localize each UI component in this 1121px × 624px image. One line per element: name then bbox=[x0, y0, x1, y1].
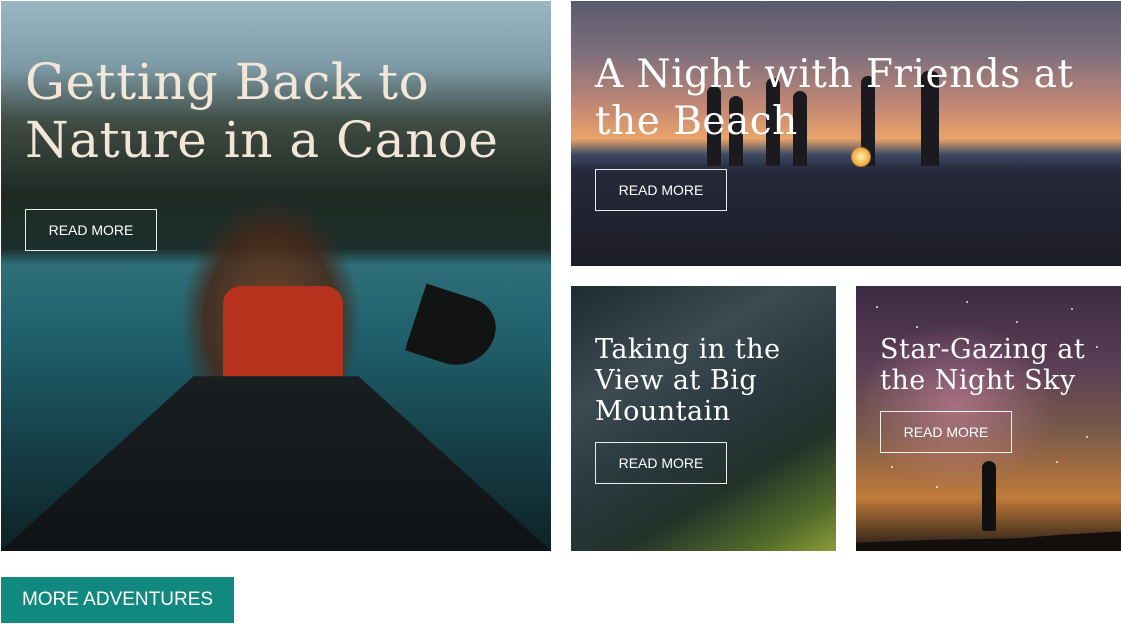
read-more-button[interactable]: READ MORE bbox=[595, 169, 727, 211]
story-card-beach: A Night with Friends at the Beach READ M… bbox=[571, 1, 1121, 266]
star-dot bbox=[936, 486, 938, 488]
stargazer-silhouette bbox=[982, 461, 996, 531]
star-dot bbox=[966, 301, 968, 303]
card-content: A Night with Friends at the Beach READ M… bbox=[595, 51, 1105, 211]
card-content: Taking in the View at Big Mountain READ … bbox=[595, 334, 820, 484]
card-title: A Night with Friends at the Beach bbox=[595, 52, 1074, 144]
card-content: Star-Gazing at the Night Sky READ MORE bbox=[880, 334, 1105, 453]
story-card-mountain: Taking in the View at Big Mountain READ … bbox=[571, 286, 836, 551]
read-more-button[interactable]: READ MORE bbox=[880, 411, 1012, 453]
star-dot bbox=[1071, 308, 1073, 310]
card-title: Getting Back to Nature in a Canoe bbox=[25, 53, 499, 169]
star-dot bbox=[876, 306, 878, 308]
star-dot bbox=[1056, 461, 1058, 463]
read-more-button[interactable]: READ MORE bbox=[595, 442, 727, 484]
card-content: Getting Back to Nature in a Canoe READ M… bbox=[25, 53, 535, 251]
card-title: Taking in the View at Big Mountain bbox=[595, 334, 781, 427]
star-dot bbox=[891, 466, 893, 468]
read-more-button[interactable]: READ MORE bbox=[25, 209, 157, 251]
card-title: Star-Gazing at the Night Sky bbox=[880, 334, 1086, 396]
star-dot bbox=[1016, 321, 1018, 323]
star-dot bbox=[916, 326, 918, 328]
story-card-canoe: Getting Back to Nature in a Canoe READ M… bbox=[1, 1, 551, 551]
more-adventures-button[interactable]: MORE ADVENTURES bbox=[1, 577, 234, 623]
story-card-stars: Star-Gazing at the Night Sky READ MORE bbox=[856, 286, 1121, 551]
